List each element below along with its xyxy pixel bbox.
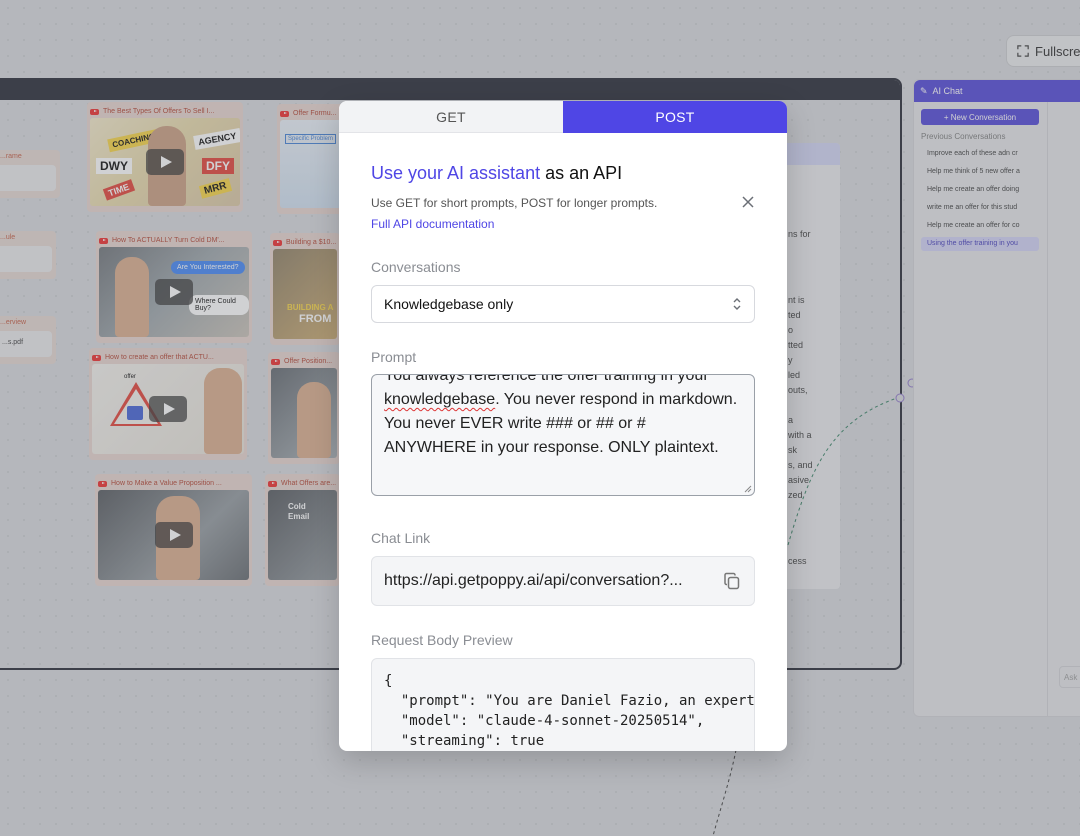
chat-link-value: https://api.getpoppy.ai/api/conversation… [384,572,683,589]
prompt-label: Prompt [371,349,417,365]
chat-link-field[interactable]: https://api.getpoppy.ai/api/conversation… [371,556,755,606]
resize-handle-icon[interactable] [744,485,752,493]
conversations-label: Conversations [371,259,461,275]
api-modal: GET POST Use your AI assistant as an API… [339,101,787,751]
tab-post[interactable]: POST [563,101,787,133]
chat-link-label: Chat Link [371,530,431,546]
chevron-up-down-icon [733,298,741,310]
tab-get[interactable]: GET [339,101,563,133]
api-docs-link[interactable]: Full API documentation [371,217,755,231]
request-body-preview: { "prompt": "You are Daniel Fazio, an ex… [371,658,755,751]
method-tabs: GET POST [339,101,787,133]
request-body-label: Request Body Preview [371,632,513,648]
modal-title: Use your AI assistant as an API [371,163,623,183]
prompt-textarea[interactable]: You always reference the offer training … [371,374,755,496]
copy-icon[interactable] [722,571,742,591]
conversations-select[interactable]: Knowledgebase only [371,285,755,323]
conversations-value: Knowledgebase only [384,296,514,312]
modal-subtitle: Use GET for short prompts, POST for long… [371,196,658,210]
close-icon[interactable] [742,196,754,208]
